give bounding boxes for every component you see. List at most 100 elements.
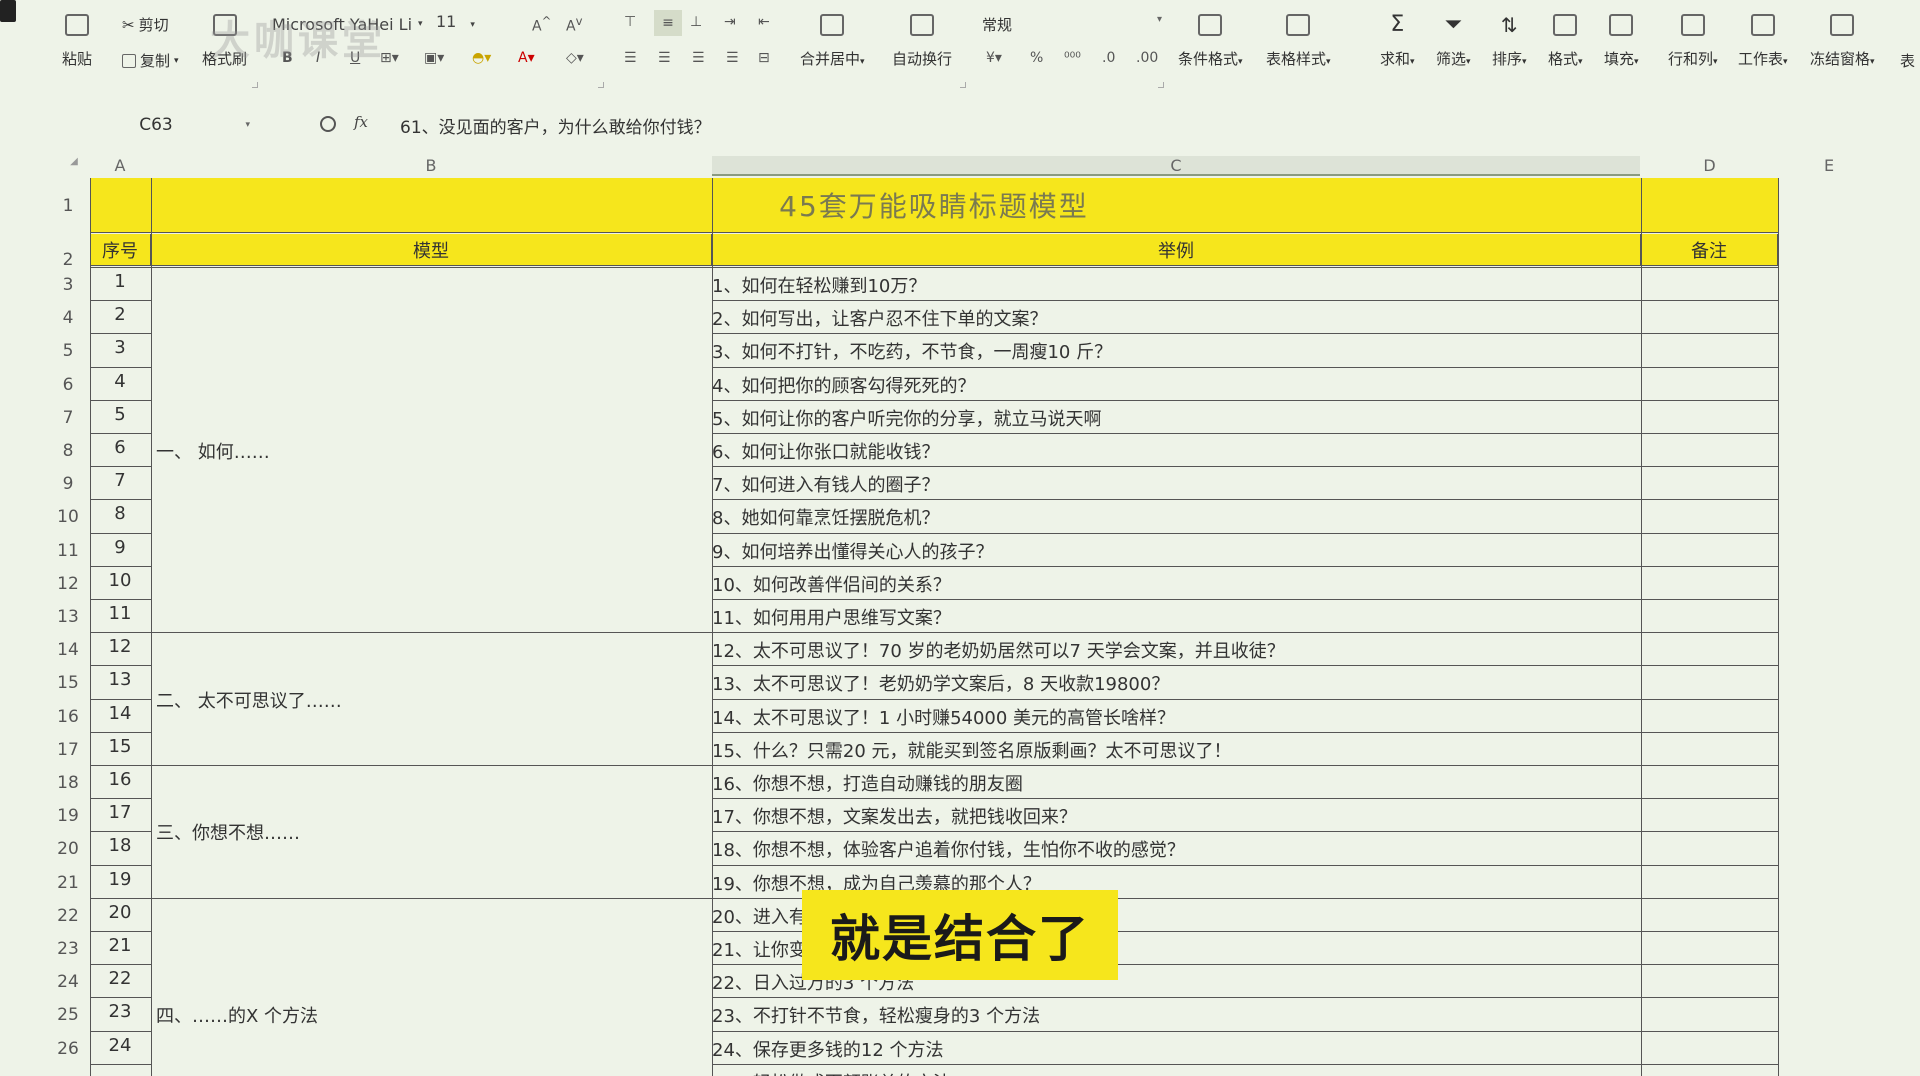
row-header[interactable]: 20 bbox=[48, 839, 88, 859]
example-cell[interactable]: 4、如何把你的顾客勾得死死的？ bbox=[712, 372, 975, 398]
row-gridline bbox=[712, 1063, 1778, 1065]
example-cell[interactable]: 14、太不可思议了！1 小时赚54000 美元的高管长啥样？ bbox=[712, 704, 1175, 730]
header-example[interactable]: 举例 bbox=[712, 234, 1641, 266]
example-cell[interactable]: 17、你想不想，文案发出去，就把钱收回来？ bbox=[712, 803, 1077, 829]
seq-cell[interactable]: 18 bbox=[90, 835, 150, 856]
example-cell[interactable]: 16、你想不想，打造自动赚钱的朋友圈 bbox=[712, 770, 1023, 796]
row-gridline bbox=[90, 267, 151, 268]
row-header[interactable]: 8 bbox=[48, 441, 88, 461]
row-header[interactable]: 7 bbox=[48, 408, 88, 428]
seq-cell[interactable]: 13 bbox=[90, 669, 150, 690]
row-header[interactable]: 6 bbox=[48, 375, 88, 395]
row-gridline bbox=[90, 1030, 151, 1032]
example-cell[interactable]: 2、如何写出，让客户忍不住下单的文案？ bbox=[712, 305, 1047, 331]
row-header[interactable]: 10 bbox=[48, 507, 88, 527]
seq-cell[interactable]: 10 bbox=[90, 570, 150, 591]
row-header[interactable]: 13 bbox=[48, 607, 88, 627]
example-cell[interactable]: 25、轻松做成百额账单的方法 bbox=[712, 1069, 951, 1076]
example-cell[interactable]: 1、如何在轻松赚到10万？ bbox=[712, 272, 926, 298]
model-cell[interactable]: 二、 太不可思议了…… bbox=[156, 687, 342, 713]
model-cell[interactable]: 四、……的X 个方法 bbox=[156, 1002, 318, 1028]
example-cell[interactable]: 8、她如何靠烹饪摆脱危机？ bbox=[712, 504, 939, 530]
example-cell[interactable]: 12、太不可思议了！70 岁的老奶奶居然可以7 天学会文案，并且收徒？ bbox=[712, 637, 1285, 663]
example-cell[interactable]: 11、如何用用户思维写文案？ bbox=[712, 604, 951, 630]
seq-cell[interactable]: 6 bbox=[90, 437, 150, 458]
example-cell[interactable]: 15、什么？只需20 元，就能买到签名原版剩画？太不可思议了！ bbox=[712, 737, 1232, 763]
row-gridline bbox=[712, 333, 1778, 335]
example-cell[interactable]: 23、不打针不节食，轻松瘦身的3 个方法 bbox=[712, 1002, 1040, 1028]
row-gridline bbox=[90, 300, 151, 302]
seq-cell[interactable]: 2 bbox=[90, 304, 150, 325]
row-header[interactable]: 25 bbox=[48, 1005, 88, 1025]
seq-cell[interactable]: 20 bbox=[90, 902, 150, 923]
seq-cell[interactable]: 22 bbox=[90, 968, 150, 989]
row-gridline bbox=[712, 300, 1778, 302]
row-header[interactable]: 26 bbox=[48, 1039, 88, 1059]
row-header[interactable]: 19 bbox=[48, 806, 88, 826]
row-header[interactable]: 3 bbox=[48, 275, 88, 295]
row-gridline bbox=[90, 433, 151, 434]
row-header[interactable]: 22 bbox=[48, 906, 88, 926]
example-cell[interactable]: 7、如何进入有钱人的圈子？ bbox=[712, 471, 939, 497]
seq-cell[interactable]: 1 bbox=[90, 271, 150, 292]
column-gridline bbox=[1641, 178, 1642, 1076]
row-gridline bbox=[90, 399, 151, 401]
seq-cell[interactable]: 9 bbox=[90, 537, 150, 558]
sheet-title[interactable]: 45套万能吸睛标题模型 bbox=[90, 178, 1778, 233]
row-header[interactable]: 17 bbox=[48, 740, 88, 760]
row-header[interactable]: 12 bbox=[48, 574, 88, 594]
example-cell[interactable]: 9、如何培养出懂得关心人的孩子？ bbox=[712, 538, 993, 564]
seq-cell[interactable]: 4 bbox=[90, 371, 150, 392]
row-gridline bbox=[712, 466, 1778, 468]
row-header[interactable]: 11 bbox=[48, 541, 88, 561]
row-header[interactable]: 9 bbox=[48, 474, 88, 494]
seq-cell[interactable]: 8 bbox=[90, 503, 150, 524]
seq-cell[interactable]: 16 bbox=[90, 769, 150, 790]
row-header[interactable]: 4 bbox=[48, 308, 88, 328]
header-model[interactable]: 模型 bbox=[151, 234, 712, 266]
example-cell[interactable]: 3、如何不打针，不吃药，不节食，一周瘦10 斤？ bbox=[712, 338, 1112, 364]
row-gridline bbox=[90, 997, 151, 999]
row-header[interactable]: 1 bbox=[48, 196, 88, 216]
row-header[interactable]: 2 bbox=[48, 250, 88, 270]
example-cell[interactable]: 20、进入有 bbox=[712, 903, 807, 929]
row-header[interactable]: 23 bbox=[48, 939, 88, 959]
row-gridline bbox=[90, 798, 151, 800]
seq-cell[interactable]: 19 bbox=[90, 869, 150, 890]
row-gridline bbox=[712, 532, 1778, 534]
example-cell[interactable]: 24、保存更多钱的12 个方法 bbox=[712, 1036, 944, 1062]
model-cell[interactable]: 三、你想不想…… bbox=[156, 819, 300, 845]
row-header[interactable]: 5 bbox=[48, 341, 88, 361]
row-gridline bbox=[712, 499, 1778, 501]
seq-cell[interactable]: 21 bbox=[90, 935, 150, 956]
row-header[interactable]: 16 bbox=[48, 707, 88, 727]
example-cell[interactable]: 10、如何改善伴侣间的关系？ bbox=[712, 571, 951, 597]
example-cell[interactable]: 13、太不可思议了！老奶奶学文案后，8 天收款19800？ bbox=[712, 670, 1169, 696]
row-header[interactable]: 18 bbox=[48, 773, 88, 793]
seq-cell[interactable]: 5 bbox=[90, 404, 150, 425]
seq-cell[interactable]: 11 bbox=[90, 603, 150, 624]
header-seq[interactable]: 序号 bbox=[90, 234, 151, 266]
row-gridline bbox=[90, 532, 151, 534]
seq-cell[interactable]: 17 bbox=[90, 802, 150, 823]
seq-cell[interactable]: 7 bbox=[90, 470, 150, 491]
example-cell[interactable]: 21、让你变 bbox=[712, 936, 807, 962]
seq-cell[interactable]: 24 bbox=[90, 1035, 150, 1056]
row-header[interactable]: 24 bbox=[48, 972, 88, 992]
row-header[interactable]: 15 bbox=[48, 673, 88, 693]
example-cell[interactable]: 18、你想不想，体验客户追着你付钱，生怕你不收的感觉？ bbox=[712, 836, 1185, 862]
seq-cell[interactable]: 3 bbox=[90, 337, 150, 358]
seq-cell[interactable]: 12 bbox=[90, 636, 150, 657]
seq-cell[interactable]: 23 bbox=[90, 1001, 150, 1022]
row-gridline bbox=[712, 399, 1778, 401]
example-cell[interactable]: 5、如何让你的客户听完你的分享，就立马说天啊 bbox=[712, 405, 1101, 431]
row-header[interactable]: 21 bbox=[48, 873, 88, 893]
row-header[interactable]: 14 bbox=[48, 640, 88, 660]
row-gridline bbox=[90, 1063, 151, 1065]
group-gridline bbox=[151, 897, 712, 899]
seq-cell[interactable]: 14 bbox=[90, 703, 150, 724]
example-cell[interactable]: 6、如何让你张口就能收钱？ bbox=[712, 438, 939, 464]
seq-cell[interactable]: 15 bbox=[90, 736, 150, 757]
header-note[interactable]: 备注 bbox=[1641, 234, 1778, 266]
model-cell[interactable]: 一、 如何…… bbox=[156, 438, 270, 464]
